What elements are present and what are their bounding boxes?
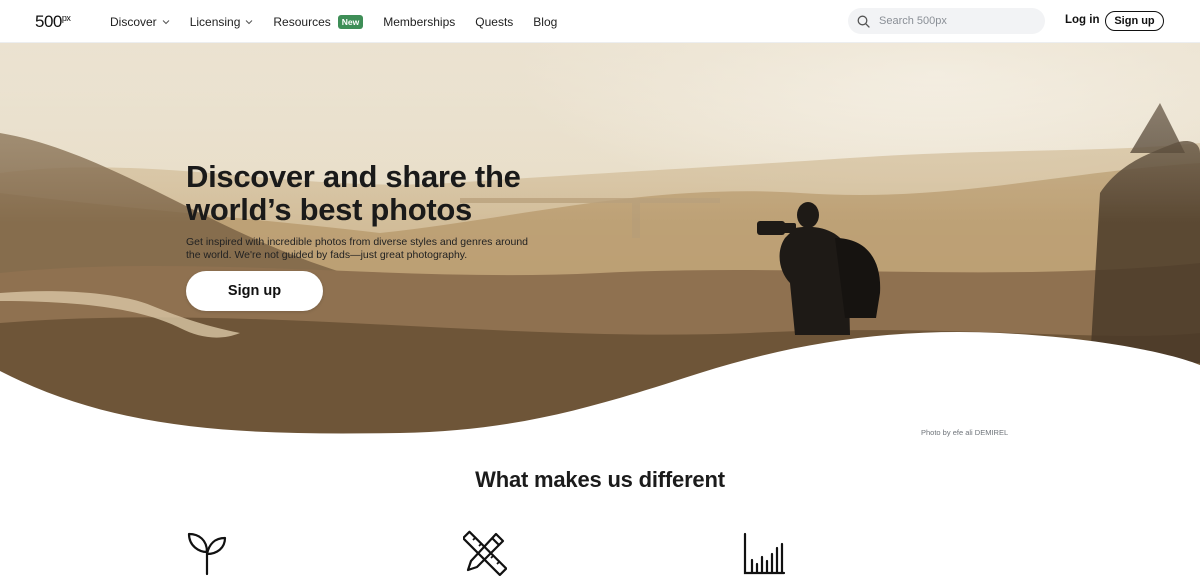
top-navigation: 500px Discover Licensing Resources New M… [0, 0, 1200, 43]
nav-licensing[interactable]: Licensing [190, 15, 254, 29]
logo-sup: px [61, 13, 71, 23]
nav-memberships-label: Memberships [383, 14, 456, 29]
signup-button-header[interactable]: Sign up [1105, 11, 1164, 31]
hero-subtitle-line2: the world. We're not guided by fads—just… [186, 249, 468, 261]
login-link[interactable]: Log in [1065, 14, 1100, 26]
chevron-down-icon [162, 19, 170, 24]
nav-blog[interactable]: Blog [533, 15, 557, 29]
features-title: What makes us different [475, 467, 725, 492]
hero-subtitle: Get inspired with incredible photos from… [186, 236, 531, 262]
nav-memberships[interactable]: Memberships [383, 15, 455, 29]
search-box[interactable] [848, 8, 1045, 34]
nav-resources-label: Resources [273, 14, 331, 29]
nav-quests[interactable]: Quests [475, 15, 513, 29]
nav-discover-label: Discover [110, 14, 157, 29]
search-icon [857, 15, 870, 28]
nav-resources[interactable]: Resources New [273, 14, 364, 29]
sprout-icon [187, 532, 227, 576]
nav-licensing-label: Licensing [189, 14, 241, 29]
hero-photo [0, 43, 1200, 435]
new-badge: New [337, 14, 364, 29]
nav-quests-label: Quests [475, 14, 514, 29]
logo[interactable]: 500px [35, 12, 71, 32]
hero-section: Discover and share the world’s best phot… [0, 43, 1200, 435]
chevron-down-icon [246, 19, 253, 24]
pencil-ruler-icon [463, 530, 507, 576]
logo-text: 500 [35, 12, 62, 31]
main-nav: Discover Licensing Resources New Members… [110, 0, 557, 43]
hero-subtitle-line1: Get inspired with incredible photos from… [186, 236, 529, 248]
hero-title-line1: Discover and share the [186, 159, 521, 194]
photo-credit[interactable]: Photo by efe ali DEMIREL [921, 428, 1008, 437]
bar-chart-icon [743, 532, 786, 575]
hero-title-line2: world’s best photos [186, 192, 472, 227]
nav-discover[interactable]: Discover [110, 15, 170, 29]
search-input[interactable] [879, 15, 1029, 27]
hero-signup-button[interactable]: Sign up [186, 271, 323, 311]
nav-blog-label: Blog [533, 14, 558, 29]
hero-title: Discover and share the world’s best phot… [186, 160, 566, 226]
